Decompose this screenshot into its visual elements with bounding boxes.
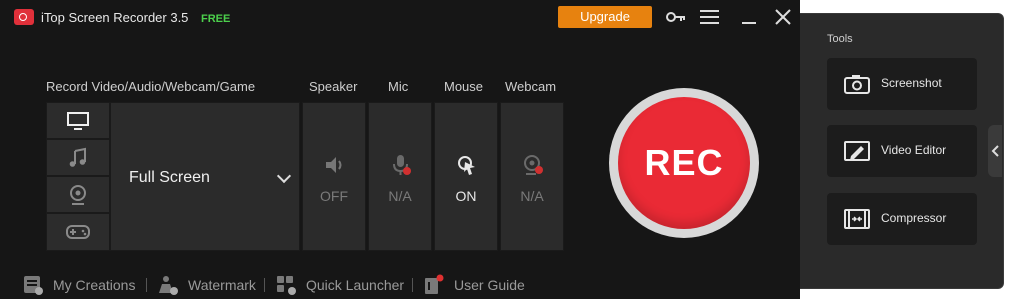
app-title: iTop Screen Recorder 3.5 [41,10,189,25]
bottom-divider [146,278,147,292]
compressor-button[interactable]: Compressor [827,193,977,245]
capture-mode-value: Full Screen [129,169,210,186]
tools-title: Tools [827,33,853,45]
close-icon[interactable] [771,6,795,28]
my-creations-label: My Creations [53,277,136,293]
webcam-off-icon [524,155,543,175]
app-logo-icon [14,9,34,25]
speaker-status: OFF [320,188,348,204]
quick-launcher-label: Quick Launcher [306,277,405,293]
mic-icon [393,155,411,175]
mouse-label: Mouse [444,79,484,94]
watermark-button[interactable]: Watermark [157,270,256,300]
gamepad-icon [66,225,90,239]
mouse-click-icon [458,156,475,175]
user-guide-label: User Guide [454,277,525,293]
compressor-label: Compressor [881,211,947,225]
speaker-icon [326,157,342,173]
bottom-divider [412,278,413,292]
webcam-status: N/A [520,188,544,204]
mic-status: N/A [388,188,412,204]
speaker-toggle[interactable]: OFF [302,102,366,251]
monitor-icon [67,111,89,130]
menu-icon[interactable] [698,6,722,28]
free-badge: FREE [201,13,231,25]
upgrade-button[interactable]: Upgrade [558,6,652,28]
rec-button-face: REC [618,97,750,229]
chevron-down-icon [276,168,292,184]
compress-icon [844,209,870,229]
video-editor-label: Video Editor [881,143,947,157]
rec-label: REC [644,142,724,183]
webcam-toggle[interactable]: N/A [500,102,564,251]
camera-icon [844,75,870,94]
main-window: iTop Screen Recorder 3.5 FREE Upgrade Re… [0,0,800,299]
key-icon[interactable] [664,6,688,28]
video-editor-button[interactable]: Video Editor [827,125,977,177]
webcam-label: Webcam [505,79,557,94]
mouse-toggle[interactable]: ON [434,102,498,251]
source-game[interactable] [46,213,110,251]
title-bar: iTop Screen Recorder 3.5 FREE Upgrade [0,0,800,34]
user-guide-button[interactable]: User Guide [423,270,525,300]
watermark-icon [159,276,178,295]
record-section-label: Record Video/Audio/Webcam/Game [46,79,256,94]
screenshot-button[interactable]: Screenshot [827,58,977,110]
mic-toggle[interactable]: N/A [368,102,432,251]
grid-icon [277,276,296,295]
collapse-tools-button[interactable] [988,125,1002,177]
book-icon [425,274,444,294]
video-edit-icon [844,141,870,161]
speaker-label: Speaker [309,79,358,94]
bottom-divider [264,278,265,292]
quick-launcher-button[interactable]: Quick Launcher [275,270,404,300]
watermark-label: Watermark [188,277,256,293]
list-icon [24,276,43,295]
music-icon [69,147,86,167]
tools-panel: Tools Screenshot Video Editor Compressor [800,13,1004,289]
source-webcam[interactable] [46,176,110,213]
chevron-left-icon [991,145,999,157]
capture-source-list [46,102,110,251]
mic-label: Mic [388,79,409,94]
minimize-icon[interactable] [737,6,761,28]
capture-mode-select[interactable]: Full Screen [110,102,300,251]
mouse-status: ON [455,188,477,204]
rec-button[interactable]: REC [609,88,759,238]
screenshot-label: Screenshot [881,76,942,90]
webcam-icon [70,184,86,205]
source-audio[interactable] [46,139,110,176]
my-creations-button[interactable]: My Creations [22,270,135,300]
source-screen[interactable] [46,102,110,139]
